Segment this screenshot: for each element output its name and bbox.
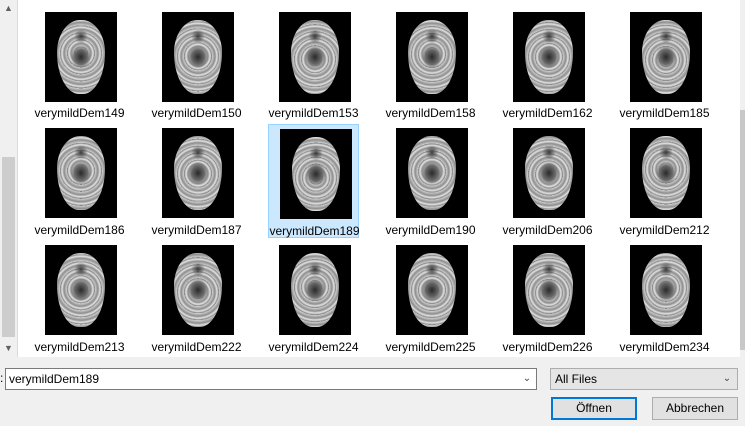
file-name: verymildDem158	[385, 106, 476, 120]
navigation-scrollbar[interactable]: ▲ ▼	[0, 0, 18, 357]
file-name: verymildDem190	[385, 223, 476, 237]
file-item[interactable]: verymildDem187	[151, 124, 242, 238]
open-button[interactable]: Öffnen	[551, 397, 637, 420]
file-name: verymildDem189	[269, 224, 360, 238]
file-item[interactable]: verymildDem162	[502, 6, 593, 120]
file-thumbnail	[162, 245, 234, 335]
file-thumbnail	[396, 245, 468, 335]
chevron-up-icon[interactable]: ▲	[0, 0, 17, 17]
cancel-button[interactable]: Abbrechen	[652, 397, 738, 420]
brain-scan-image	[642, 136, 690, 210]
brain-scan-image	[408, 20, 456, 94]
file-name: verymildDem186	[34, 223, 125, 237]
file-thumbnail	[513, 245, 585, 335]
chevron-down-icon[interactable]: ▼	[0, 340, 17, 357]
file-thumbnail	[513, 128, 585, 218]
file-name: verymildDem150	[151, 106, 242, 120]
file-thumbnail	[45, 12, 117, 102]
file-name: verymildDem224	[268, 340, 359, 354]
brain-scan-image	[291, 253, 339, 327]
file-name: verymildDem149	[34, 106, 125, 120]
file-item[interactable]: verymildDem234	[619, 241, 710, 355]
brain-scan-image	[525, 20, 573, 94]
brain-scan-image	[642, 20, 690, 94]
file-name: verymildDem213	[34, 340, 125, 354]
filename-input[interactable]	[9, 370, 514, 388]
chevron-down-icon[interactable]: ⌄	[719, 369, 735, 389]
file-item[interactable]: verymildDem189	[268, 124, 360, 238]
brain-scan-image	[57, 136, 105, 210]
file-thumbnail	[162, 12, 234, 102]
file-item[interactable]: verymildDem150	[151, 6, 242, 120]
file-name: verymildDem153	[268, 106, 359, 120]
file-name: verymildDem222	[151, 340, 242, 354]
file-name: verymildDem187	[151, 223, 242, 237]
brain-scan-image	[57, 20, 105, 94]
file-name: verymildDem212	[619, 223, 710, 237]
file-item[interactable]: verymildDem158	[385, 6, 476, 120]
brain-scan-image	[291, 20, 339, 94]
file-item[interactable]: verymildDem185	[619, 6, 710, 120]
brain-scan-image	[408, 136, 456, 210]
file-thumbnail	[396, 128, 468, 218]
file-thumbnail	[630, 245, 702, 335]
file-item[interactable]: verymildDem212	[619, 124, 710, 238]
file-item[interactable]: verymildDem226	[502, 241, 593, 355]
brain-scan-image	[292, 137, 340, 211]
file-item[interactable]: verymildDem186	[34, 124, 125, 238]
file-thumbnail	[45, 245, 117, 335]
file-name: verymildDem225	[385, 340, 476, 354]
open-file-dialog: ▲ ▼ verymildDem149 verymildDem150 verymild…	[0, 0, 745, 426]
file-list-scrollbar[interactable]	[740, 0, 745, 357]
file-thumbnail	[45, 128, 117, 218]
file-item[interactable]: verymildDem149	[34, 6, 125, 120]
file-thumbnail	[396, 12, 468, 102]
scrollbar-thumb[interactable]	[2, 157, 15, 337]
file-item[interactable]: verymildDem222	[151, 241, 242, 355]
file-item[interactable]: verymildDem190	[385, 124, 476, 238]
file-thumbnail	[630, 128, 702, 218]
brain-scan-image	[174, 20, 222, 94]
file-name: verymildDem185	[619, 106, 710, 120]
file-item[interactable]: verymildDem213	[34, 241, 125, 355]
file-item[interactable]: verymildDem153	[268, 6, 359, 120]
chevron-down-icon[interactable]: ⌄	[518, 369, 536, 389]
brain-scan-image	[525, 253, 573, 327]
file-item[interactable]: verymildDem224	[268, 241, 359, 355]
file-item[interactable]: verymildDem206	[502, 124, 593, 238]
file-name: verymildDem206	[502, 223, 593, 237]
navigation-pane: ▲ ▼	[0, 0, 18, 357]
file-list-view[interactable]: verymildDem149 verymildDem150 verymildDem1…	[18, 0, 740, 357]
brain-scan-image	[174, 253, 222, 327]
file-thumbnail	[280, 129, 352, 219]
file-name: verymildDem162	[502, 106, 593, 120]
file-type-select[interactable]: All Files ⌄	[550, 368, 738, 390]
file-thumbnail	[162, 128, 234, 218]
file-thumbnail	[513, 12, 585, 102]
filename-combobox[interactable]: ⌄	[5, 368, 537, 390]
file-name: verymildDem226	[502, 340, 593, 354]
scrollbar-thumb[interactable]	[740, 110, 745, 350]
brain-scan-image	[642, 253, 690, 327]
brain-scan-image	[174, 136, 222, 210]
file-item[interactable]: verymildDem225	[385, 241, 476, 355]
brain-scan-image	[525, 136, 573, 210]
file-thumbnail	[279, 245, 351, 335]
file-thumbnail	[630, 12, 702, 102]
file-name: verymildDem234	[619, 340, 710, 354]
file-thumbnail	[279, 12, 351, 102]
brain-scan-image	[408, 253, 456, 327]
brain-scan-image	[57, 253, 105, 327]
file-type-value: All Files	[555, 372, 598, 386]
